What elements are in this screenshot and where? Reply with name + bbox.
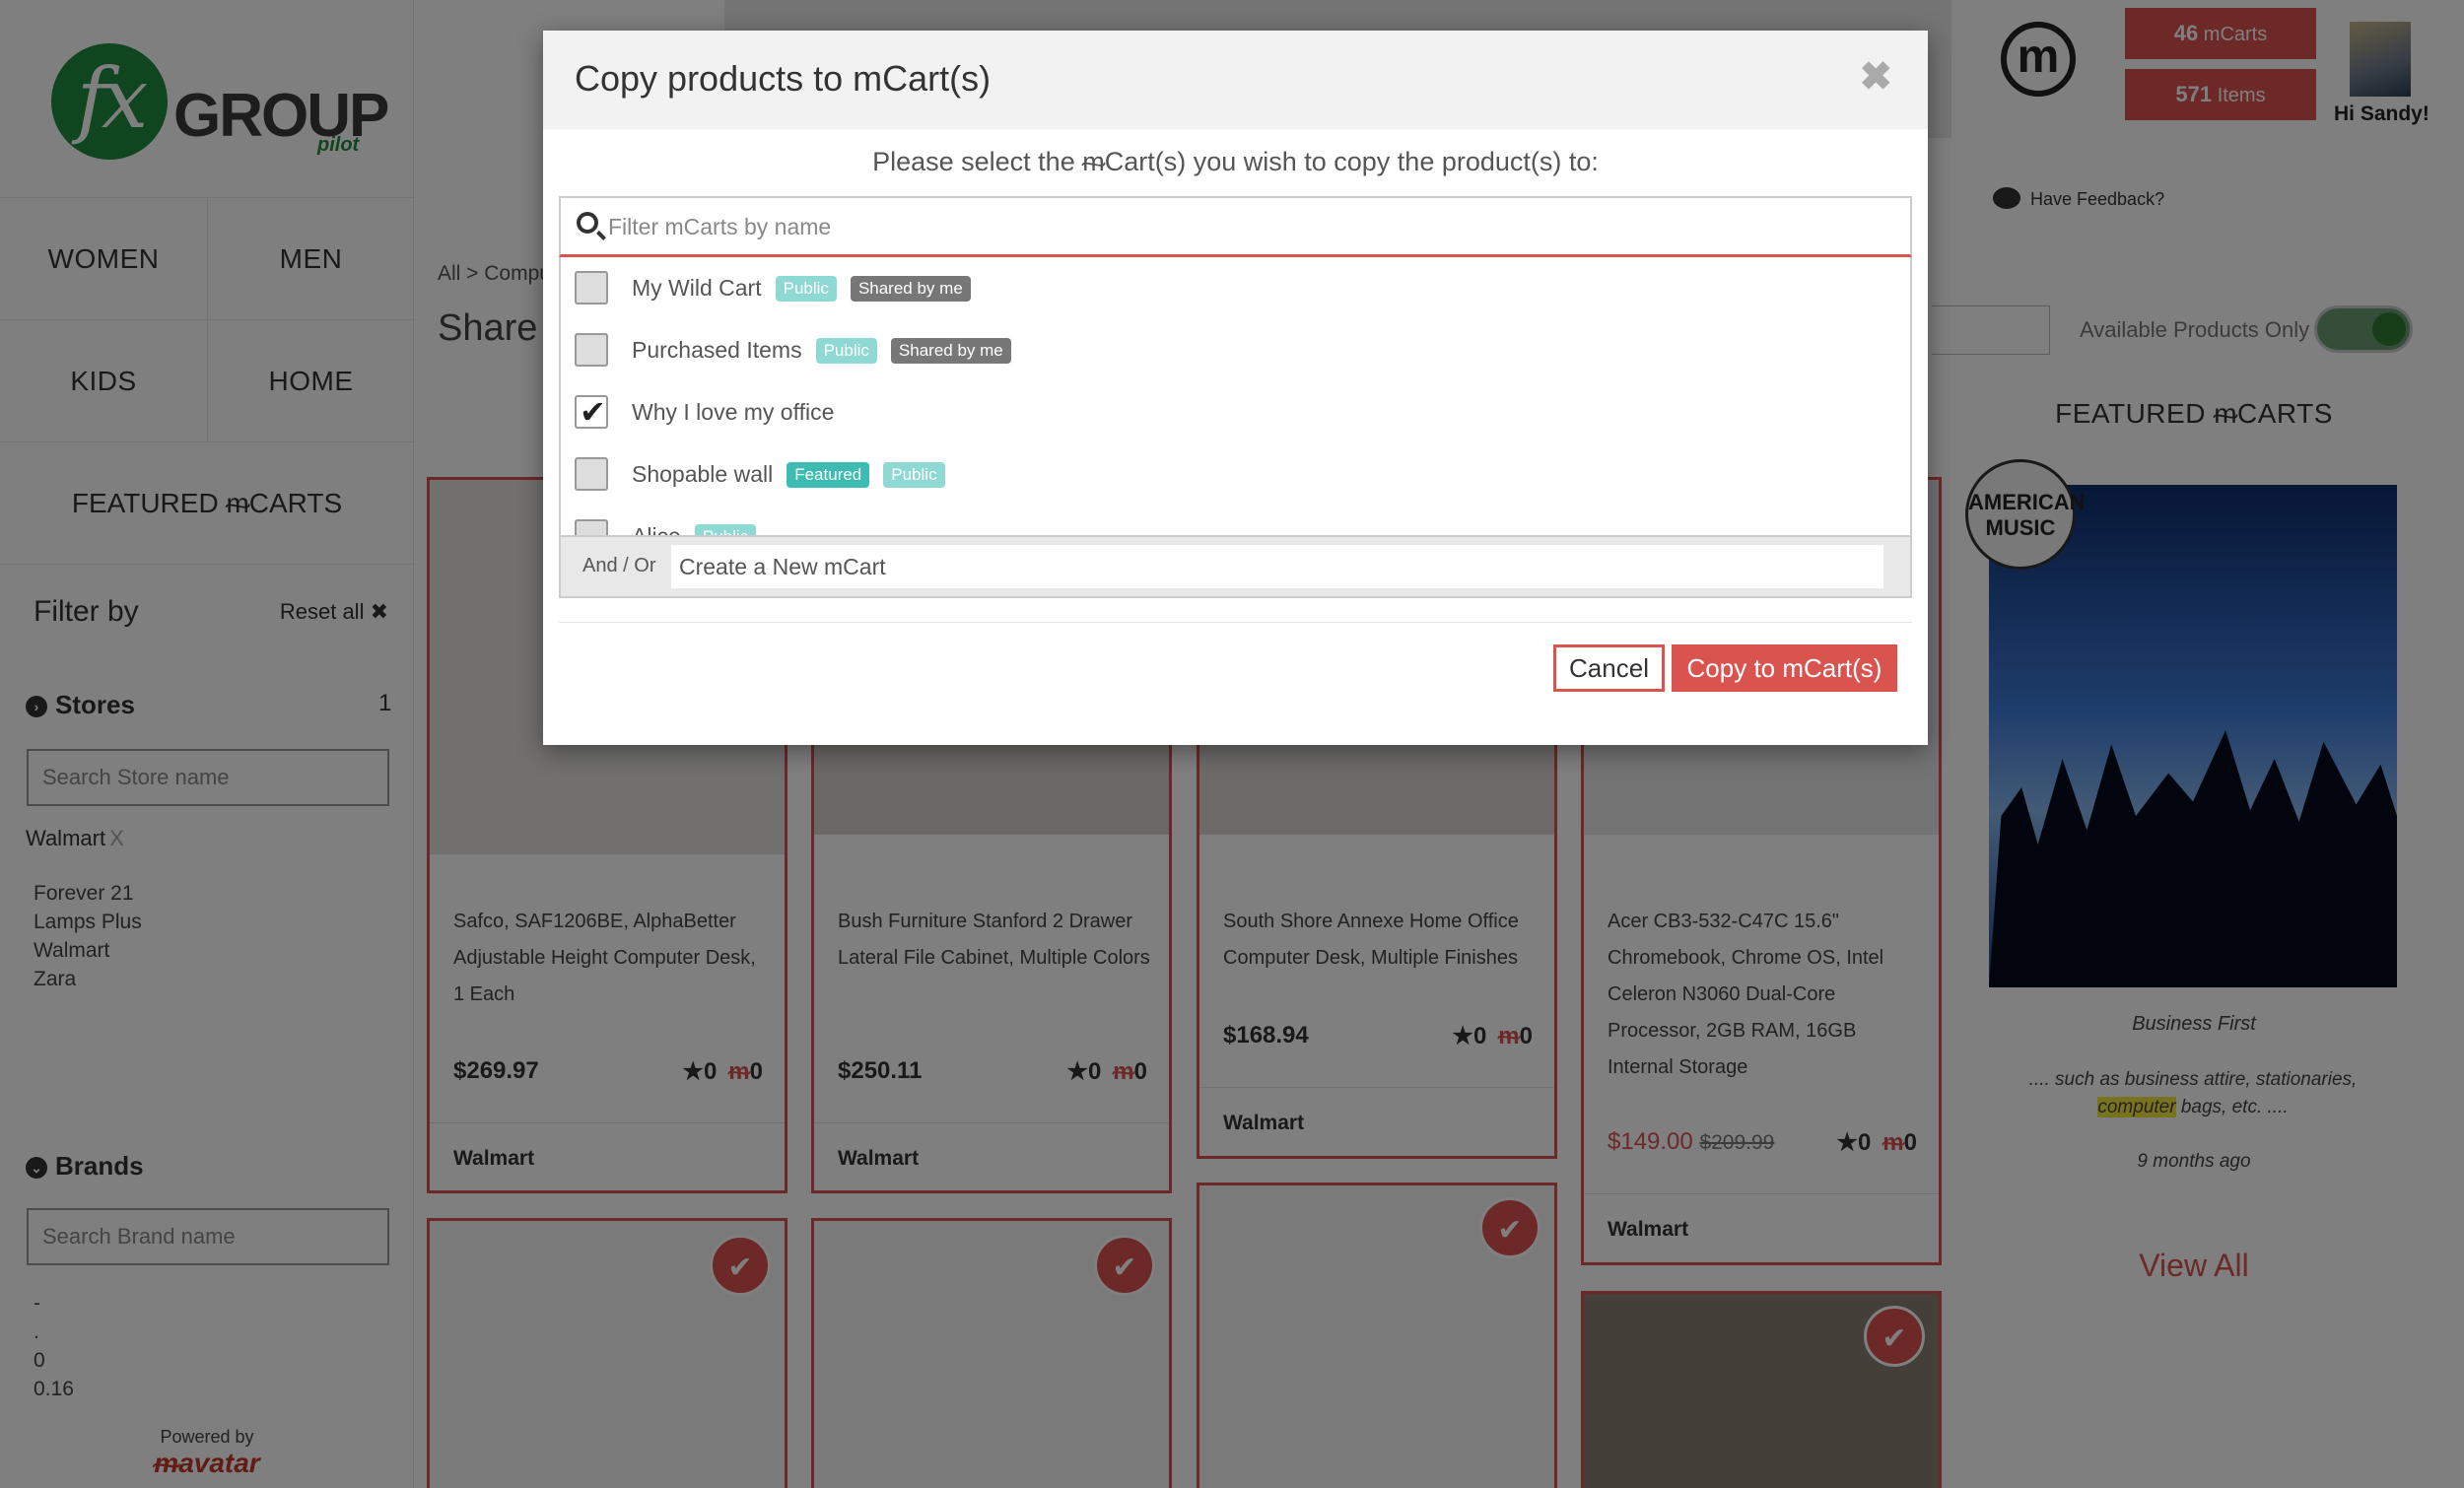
and-or-label: And / Or — [582, 555, 656, 576]
mcart-option-row: Alice Public — [632, 523, 757, 535]
mcart-option-row: Why I love my office — [632, 399, 834, 426]
mcart-option-row: Purchased Items Public Shared by me — [632, 337, 1011, 364]
modal-divider — [559, 622, 1912, 623]
modal-header: Copy products to mCart(s) ✖ — [543, 31, 1928, 129]
new-mcart-input[interactable]: Create a New mCart — [671, 545, 1883, 588]
mcart-name: Alice — [632, 523, 681, 535]
mcart-checkbox[interactable] — [575, 519, 608, 535]
close-icon[interactable]: ✖ — [1859, 54, 1892, 100]
public-tag: Public — [694, 524, 757, 535]
mcart-checkbox[interactable] — [575, 457, 608, 491]
create-mcart-row: And / Or Create a New mCart — [559, 535, 1912, 598]
copy-products-modal: Copy products to mCart(s) ✖ Please selec… — [543, 31, 1928, 745]
mcart-name: Purchased Items — [632, 337, 802, 363]
public-tag: Public — [775, 276, 837, 302]
mcart-option-row: Shopable wall Featured Public — [632, 461, 945, 488]
mcart-checkbox[interactable] — [575, 333, 608, 367]
shared-tag: Shared by me — [850, 276, 971, 302]
copy-to-mcarts-button[interactable]: Copy to mCart(s) — [1672, 644, 1897, 692]
mcart-checkbox-checked[interactable] — [575, 393, 608, 431]
modal-instructions: Please select the ᵯCart(s) you wish to c… — [872, 147, 1599, 176]
filter-placeholder: Filter mCarts by name — [608, 214, 832, 239]
modal-title: Copy products to mCart(s) — [575, 58, 992, 99]
search-icon — [577, 212, 598, 234]
featured-tag: Featured — [787, 462, 870, 488]
cancel-button[interactable]: Cancel — [1553, 644, 1665, 692]
mcart-name: Why I love my office — [632, 399, 835, 425]
shared-tag: Shared by me — [890, 338, 1011, 364]
mcart-filter-input[interactable]: Filter mCarts by name — [559, 196, 1912, 257]
mcart-name: My Wild Cart — [632, 275, 762, 301]
mcart-name: Shopable wall — [632, 461, 774, 487]
public-tag: Public — [815, 338, 877, 364]
public-tag: Public — [883, 462, 945, 488]
mcart-list[interactable]: My Wild Cart Public Shared by me Purchased… — [559, 257, 1912, 535]
mcart-option-row: My Wild Cart Public Shared by me — [632, 275, 971, 302]
mcart-checkbox[interactable] — [575, 271, 608, 304]
